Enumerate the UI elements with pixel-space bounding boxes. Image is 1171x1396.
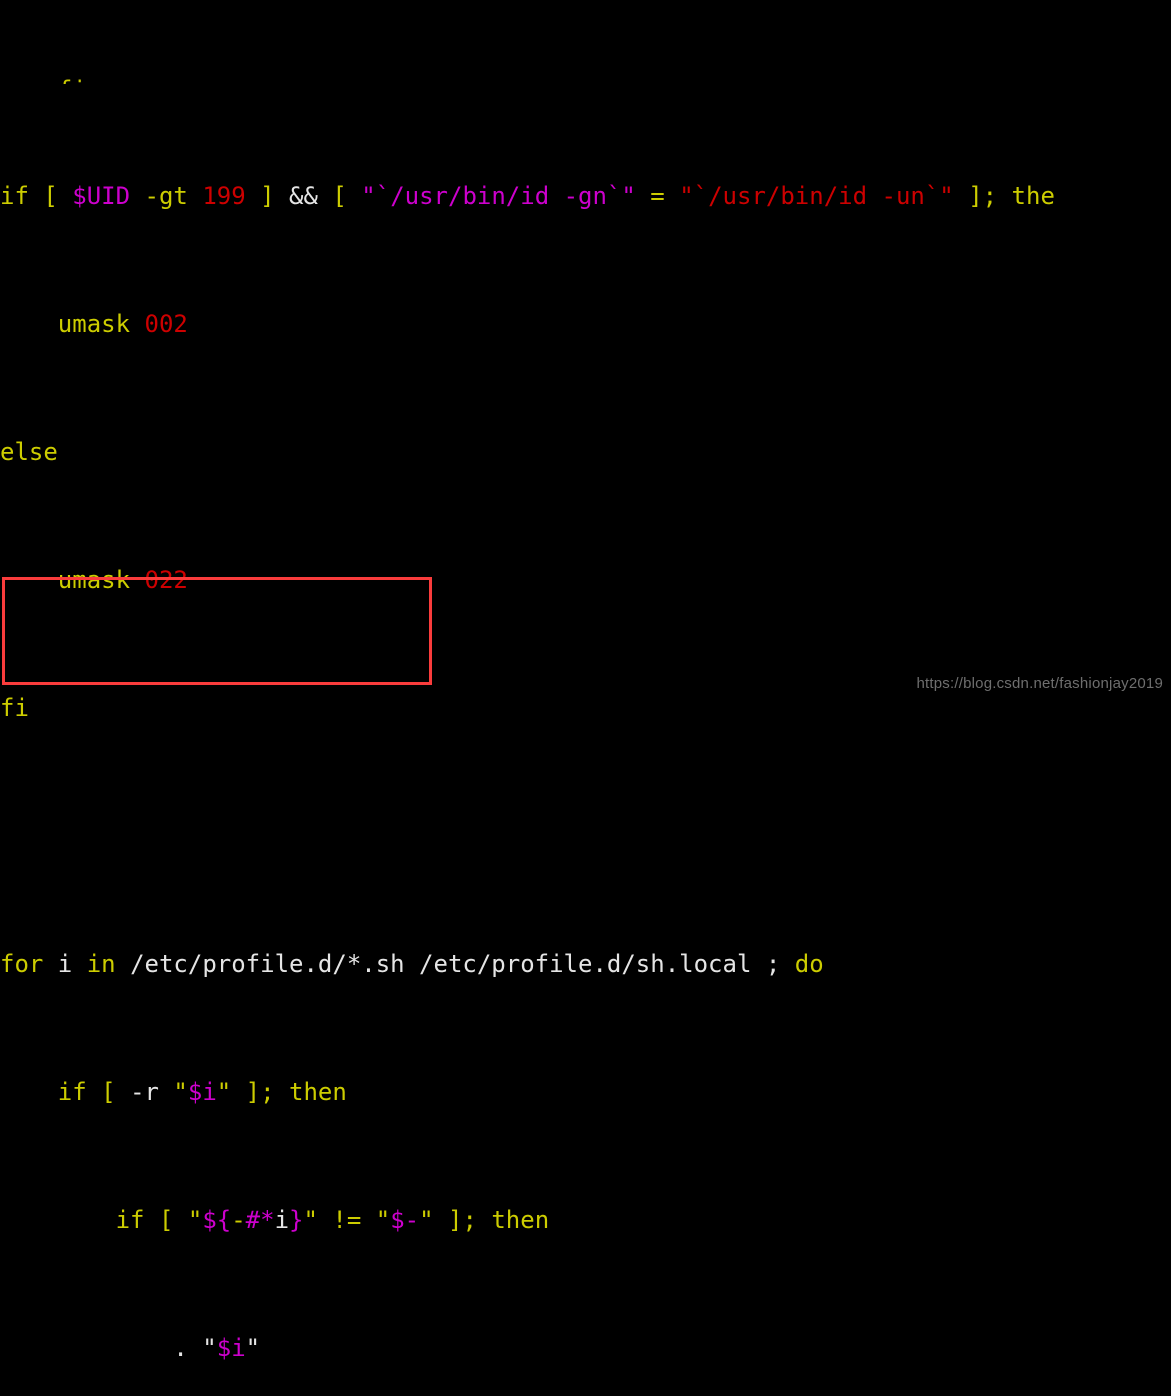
code-line-9: if [ "${-#*i}" != "$-" ]; then [0,1204,1171,1236]
keyword-then: then [491,1206,550,1234]
operator-and: && [289,182,318,210]
code-token: fi [0,76,87,84]
code-line-2: umask 002 [0,308,1171,340]
code-line-10: . "$i" [0,1332,1171,1364]
terminal-code-view[interactable]: fi if [ $UID -gt 199 ] && [ "`/usr/bin/i… [0,0,1171,1362]
code-line-3: else [0,436,1171,468]
param-star: * [260,1206,275,1234]
code-line-8: if [ -r "$i" ]; then [0,1076,1171,1108]
code-line-clipped-top: fi [0,74,1171,84]
quote-close: " [303,1206,318,1234]
keyword-in: in [86,950,116,978]
number-199: 199 [202,182,246,210]
code-token: ]; [433,1206,477,1234]
code-line-4: umask 022 [0,564,1171,596]
param-name-i: i [274,1206,290,1234]
param-expansion-close: } [289,1206,304,1234]
keyword-do: do [794,950,824,978]
keyword-then: then [289,1078,347,1106]
quote-open: " [158,1078,188,1106]
param-expansion-open: ${ [202,1206,232,1234]
code-line-6-blank [0,820,1171,852]
param-hash: # [245,1206,261,1234]
code-token: [ [86,1078,131,1106]
code-line-1: if [ $UID -gt 199 ] && [ "`/usr/bin/id -… [0,180,1171,212]
variable-dash: $- [390,1206,420,1234]
keyword-fi: fi [0,694,29,722]
keyword-then: the [1011,182,1055,210]
keyword-if: if [115,1206,145,1234]
operator-eq: = [635,182,680,210]
command-umask: umask [0,566,145,594]
number-022: 022 [144,566,188,594]
number-002: 002 [144,310,188,338]
command-umask: umask [0,310,145,338]
variable-uid: $UID [72,182,131,210]
quote-close: " [419,1206,434,1234]
code-token: [ [28,182,73,210]
code-line-5: fi [0,692,1171,724]
code-token: ] [245,182,290,210]
quote-open: " [187,1206,203,1234]
string-id-un: "`/usr/bin/id -un`" [679,182,954,210]
keyword-for: for [0,950,44,978]
variable-i: $i [187,1078,217,1106]
quote-open: " [375,1206,391,1234]
source-dot: . " [0,1334,217,1362]
quote-close: " ]; [216,1078,275,1106]
quote-close: " [245,1334,261,1362]
code-line-7: for i in /etc/profile.d/*.sh /etc/profil… [0,948,1171,980]
keyword-if: if [0,182,29,210]
glob-paths: /etc/profile.d/*.sh /etc/profile.d/sh.lo… [115,950,766,978]
test-flag-r: -r [130,1078,159,1106]
operator-gt: -gt [130,182,203,210]
code-token: [ [144,1206,188,1234]
keyword-if: if [57,1078,87,1106]
blog-watermark: https://blog.csdn.net/fashionjay2019 [916,675,1163,692]
separator-semicolon: ; [765,950,781,978]
param-dash: - [231,1206,246,1234]
code-token: [ [317,182,362,210]
loop-variable-i: i [43,950,87,978]
keyword-else: else [0,438,58,466]
variable-i: $i [216,1334,246,1362]
string-id-gn: "`/usr/bin/id -gn`" [361,182,636,210]
code-token: ]; [953,182,1012,210]
operator-ne: != [317,1206,376,1234]
